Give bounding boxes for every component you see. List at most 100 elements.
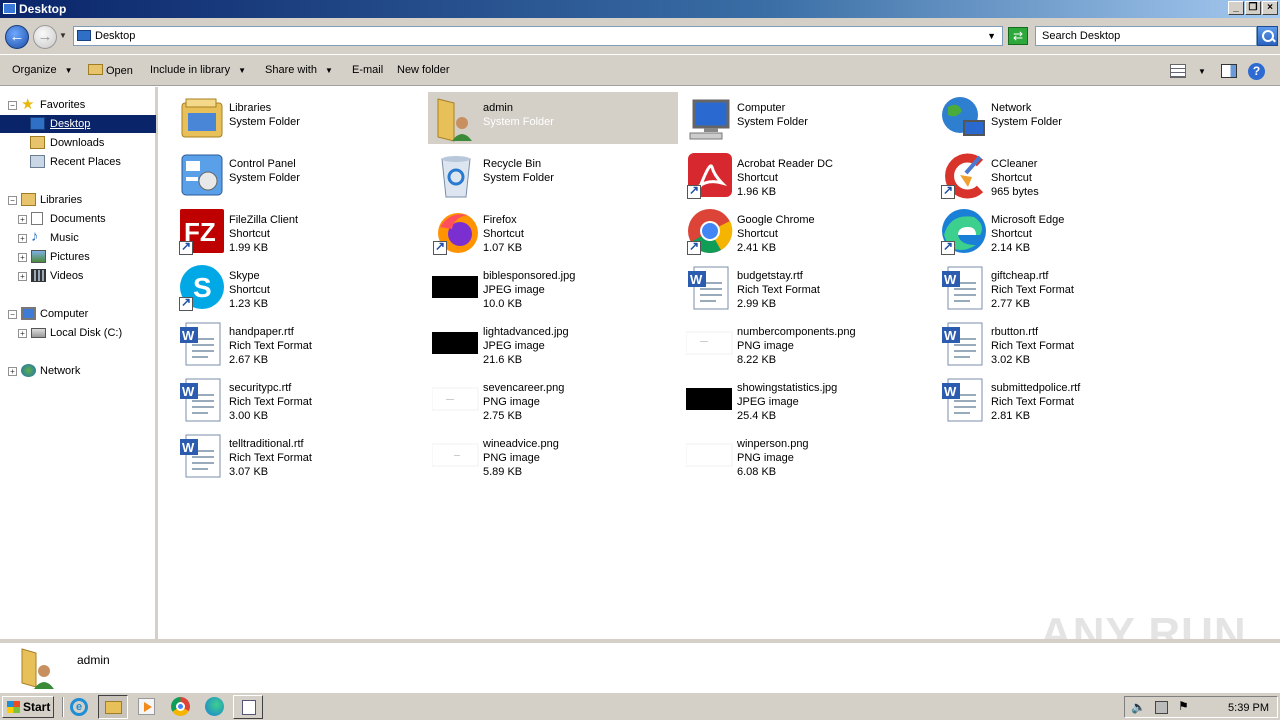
file-item-acrobat[interactable]: Acrobat Reader DC Shortcut 1.96 KB xyxy=(682,148,932,200)
taskbar-notepad-button[interactable] xyxy=(233,695,263,719)
expand-icon[interactable]: + xyxy=(18,253,27,262)
folder-icon xyxy=(105,701,122,714)
address-bar[interactable]: Desktop ▼ xyxy=(73,26,1003,46)
nav-favorites[interactable]: − ★ Favorites xyxy=(0,96,156,114)
network-icon xyxy=(940,95,988,143)
file-item-rbutton[interactable]: W rbutton.rtf Rich Text Format 3.02 KB xyxy=(936,316,1186,368)
file-item-telltraditional[interactable]: W telltraditional.rtf Rich Text Format 3… xyxy=(174,428,424,480)
collapse-icon[interactable]: − xyxy=(8,196,17,205)
file-item-numbercomponents[interactable]: numbercomponents.png PNG image 8.22 KB xyxy=(682,316,932,368)
file-item-submittedpolice[interactable]: W submittedpolice.rtf Rich Text Format 2… xyxy=(936,372,1186,424)
expand-icon[interactable]: + xyxy=(18,329,27,338)
file-name: lightadvanced.jpg xyxy=(483,326,569,338)
close-button[interactable]: × xyxy=(1262,1,1278,15)
file-name: handpaper.rtf xyxy=(229,326,294,338)
email-button[interactable]: E-mail xyxy=(352,64,383,76)
expand-icon[interactable]: + xyxy=(18,234,27,243)
nav-computer[interactable]: − Computer xyxy=(0,305,156,323)
file-item-computer[interactable]: Computer System Folder xyxy=(682,92,932,144)
recent-places-icon xyxy=(30,155,45,168)
internet-explorer-icon[interactable]: e xyxy=(70,698,88,716)
file-item-filezilla[interactable]: FZ FileZilla Client Shortcut 1.99 KB xyxy=(174,204,424,256)
shortcut-arrow-icon xyxy=(687,183,701,199)
file-item-libraries[interactable]: Libraries System Folder xyxy=(174,92,424,144)
search-icon[interactable] xyxy=(1257,26,1278,46)
file-item-lightadvanced[interactable]: lightadvanced.jpg JPEG image 21.6 KB xyxy=(428,316,678,368)
minimize-button[interactable]: _ xyxy=(1228,1,1244,15)
file-item-ccleaner[interactable]: CCleaner Shortcut 965 bytes xyxy=(936,148,1186,200)
change-view-icon[interactable] xyxy=(1170,64,1186,78)
edge-icon[interactable] xyxy=(205,697,224,716)
file-item-handpaper[interactable]: W handpaper.rtf Rich Text Format 2.67 KB xyxy=(174,316,424,368)
network-tray-icon[interactable] xyxy=(1155,701,1168,714)
forward-button[interactable]: → xyxy=(33,25,57,49)
file-item-budgetstay[interactable]: W budgetstay.rtf Rich Text Format 2.99 K… xyxy=(682,260,932,312)
search-input[interactable]: Search Desktop xyxy=(1035,26,1257,46)
start-button[interactable]: Start xyxy=(2,696,54,718)
file-item-network[interactable]: Network System Folder xyxy=(936,92,1186,144)
back-button[interactable]: ← xyxy=(5,25,29,49)
file-item-showingstatistics[interactable]: showingstatistics.jpg JPEG image 25.4 KB xyxy=(682,372,932,424)
nav-desktop[interactable]: Desktop xyxy=(0,115,156,133)
media-player-icon[interactable] xyxy=(138,698,155,715)
nav-downloads[interactable]: Downloads xyxy=(0,134,156,152)
chevron-down-icon: ▼ xyxy=(64,66,73,75)
file-item-skype[interactable]: S Skype Shortcut 1.23 KB xyxy=(174,260,424,312)
expand-icon[interactable]: + xyxy=(18,215,27,224)
nav-local-disk[interactable]: + Local Disk (C:) xyxy=(0,324,156,342)
include-in-library-button[interactable]: Include in library ▼ xyxy=(150,64,246,76)
nav-music[interactable]: + ♪ Music xyxy=(0,228,156,247)
chevron-down-icon[interactable]: ▼ xyxy=(1198,67,1206,76)
file-item-admin[interactable]: admin System Folder xyxy=(428,92,678,144)
organize-label: Organize xyxy=(12,64,57,76)
file-name: Control Panel xyxy=(229,158,296,170)
nav-label: Downloads xyxy=(50,137,105,149)
nav-libraries[interactable]: − Libraries xyxy=(0,191,156,209)
shortcut-arrow-icon xyxy=(941,239,955,255)
file-item-edge[interactable]: Microsoft Edge Shortcut 2.14 KB xyxy=(936,204,1186,256)
file-item-sevencareer[interactable]: sevencareer.png PNG image 2.75 KB xyxy=(428,372,678,424)
file-item-wineadvice[interactable]: wineadvice.png PNG image 5.89 KB xyxy=(428,428,678,480)
nav-label: Documents xyxy=(50,213,106,225)
nav-network[interactable]: + Network xyxy=(0,362,156,380)
organize-button[interactable]: Organize ▼ xyxy=(12,64,73,76)
nav-documents[interactable]: + Documents xyxy=(0,210,156,228)
file-item-recycle-bin[interactable]: Recycle Bin System Folder xyxy=(428,148,678,200)
file-type: System Folder xyxy=(229,172,300,184)
chevron-down-icon[interactable]: ▼ xyxy=(987,31,996,41)
preview-pane-icon[interactable] xyxy=(1221,64,1237,78)
open-button[interactable]: Open xyxy=(88,64,133,77)
nav-pictures[interactable]: + Pictures xyxy=(0,248,156,266)
file-item-winperson[interactable]: winperson.png PNG image 6.08 KB xyxy=(682,428,932,480)
file-size: 2.75 KB xyxy=(483,410,523,422)
file-size: 2.14 KB xyxy=(991,242,1031,254)
file-item-biblesponsored[interactable]: biblesponsored.jpg JPEG image 10.0 KB xyxy=(428,260,678,312)
expand-icon[interactable]: + xyxy=(18,272,27,281)
desktop-icon xyxy=(3,3,16,14)
refresh-button[interactable]: ⇄ xyxy=(1008,27,1028,45)
chrome-icon[interactable] xyxy=(171,697,190,716)
collapse-icon[interactable]: − xyxy=(8,101,17,110)
new-folder-button[interactable]: New folder xyxy=(397,64,450,76)
title-bar: Desktop _ ❐ × xyxy=(0,0,1280,18)
volume-icon[interactable]: 🔈 xyxy=(1131,700,1146,714)
file-item-firefox[interactable]: Firefox Shortcut 1.07 KB xyxy=(428,204,678,256)
file-item-giftcheap[interactable]: W giftcheap.rtf Rich Text Format 2.77 KB xyxy=(936,260,1186,312)
help-icon[interactable]: ? xyxy=(1248,63,1265,80)
nav-videos[interactable]: + Videos xyxy=(0,267,156,285)
file-name: Recycle Bin xyxy=(483,158,542,170)
taskbar-explorer-button[interactable] xyxy=(98,695,128,719)
recent-pages-dropdown[interactable]: ▼ xyxy=(59,31,67,40)
flag-icon[interactable]: ⚑ xyxy=(1178,699,1191,713)
nav-recent-places[interactable]: Recent Places xyxy=(0,153,156,171)
collapse-icon[interactable]: − xyxy=(8,310,17,319)
share-with-button[interactable]: Share with ▼ xyxy=(265,64,333,76)
restore-button[interactable]: ❐ xyxy=(1245,1,1261,15)
file-item-securitypc[interactable]: W securitypc.rtf Rich Text Format 3.00 K… xyxy=(174,372,424,424)
expand-icon[interactable]: + xyxy=(8,367,17,376)
file-type: Rich Text Format xyxy=(229,340,312,352)
file-type: PNG image xyxy=(483,396,540,408)
clock[interactable]: 5:39 PM xyxy=(1228,702,1269,714)
file-item-chrome[interactable]: Google Chrome Shortcut 2.41 KB xyxy=(682,204,932,256)
file-item-control-panel[interactable]: Control Panel System Folder xyxy=(174,148,424,200)
